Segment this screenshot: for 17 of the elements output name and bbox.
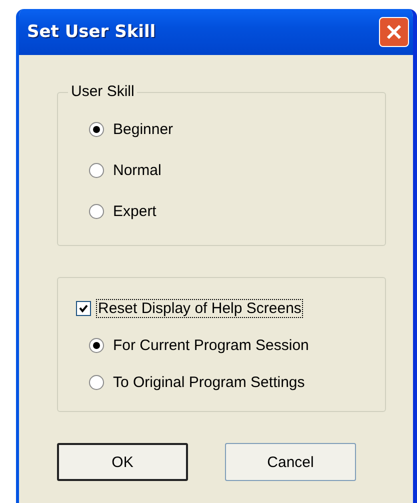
radio-button[interactable] (89, 204, 104, 218)
checkbox[interactable] (76, 301, 91, 316)
radio-label[interactable]: Normal (113, 162, 162, 178)
radio-label[interactable]: To Original Program Settings (113, 374, 305, 391)
radio-button[interactable] (89, 375, 104, 390)
radio-label[interactable]: Beginner (113, 120, 174, 138)
radio-button[interactable] (89, 162, 104, 178)
radio-label[interactable]: For Current Program Session (113, 337, 309, 354)
checkbox-label[interactable]: Reset Display of Help Screens (97, 300, 302, 317)
radio-button[interactable] (89, 122, 104, 136)
ok-button[interactable]: OK (57, 443, 188, 481)
close-button[interactable] (379, 17, 409, 47)
cancel-button[interactable]: Cancel (225, 443, 356, 481)
radio-button[interactable] (89, 338, 104, 353)
window-title: Set User Skill (27, 22, 156, 42)
close-icon (386, 24, 402, 40)
radio-label[interactable]: Expert (113, 202, 156, 220)
